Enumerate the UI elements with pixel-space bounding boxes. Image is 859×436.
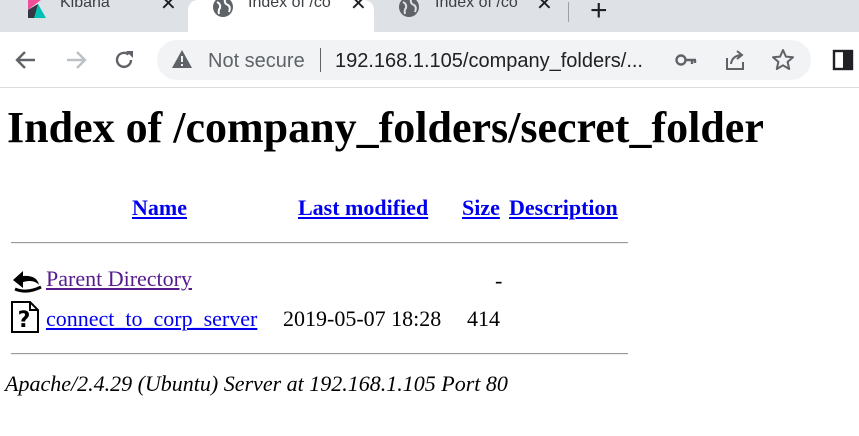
key-icon[interactable] [674,48,698,72]
back-button[interactable] [12,46,40,74]
reload-button[interactable] [110,46,138,74]
file-last-modified: 2019-05-07 18:28 [283,306,442,331]
file-size: 414 [467,306,500,331]
column-name-link[interactable]: Name [132,195,187,221]
file-size: - [495,268,503,293]
column-last-modified-link[interactable]: Last modified [298,195,428,221]
arrow-left-icon [15,51,35,69]
arrow-right-icon [67,51,87,69]
tab-label: Index of /co [248,0,331,11]
side-panel-button[interactable] [829,46,857,74]
file-link-parent-directory[interactable]: Parent Directory [46,266,192,292]
column-description-link[interactable]: Description [509,195,618,221]
tab-index[interactable]: Index of /co ✕ [384,0,560,32]
footer-divider [11,353,628,355]
address-bar[interactable]: Not secure 192.168.1.105/company_folders… [157,40,811,80]
back-arrow-icon [11,263,43,300]
kibana-logo-icon [28,0,48,18]
share-icon[interactable] [723,48,747,72]
column-size-link[interactable]: Size [462,195,500,221]
omnibox-divider [320,48,321,72]
warning-icon[interactable] [171,48,195,72]
svg-text:?: ? [18,308,31,333]
globe-icon [212,0,234,23]
url-text[interactable]: 192.168.1.105/company_folders/... [335,50,643,73]
new-tab-icon[interactable]: + [590,0,608,28]
security-label[interactable]: Not secure [208,50,305,73]
close-tab-icon[interactable]: ✕ [350,0,367,14]
tab-label: Index of /co [435,0,518,11]
bookmark-star-icon[interactable] [771,48,795,72]
header-divider [11,242,628,244]
tab-index-active[interactable]: Index of /co ✕ [188,0,374,32]
tab-strip: Kibana ✕ Index of /co ✕ Index of /co ✕ + [0,0,859,32]
tab-label: Kibana [60,0,110,11]
server-signature: Apache/2.4.29 (Ubuntu) Server at 192.168… [5,371,508,396]
close-tab-icon[interactable]: ✕ [536,0,553,14]
tab-kibana[interactable]: Kibana ✕ [14,0,184,32]
browser-toolbar: Not secure 192.168.1.105/company_folders… [0,32,859,88]
side-panel-icon [832,49,854,71]
page-title: Index of /company_folders/secret_folder [7,103,764,152]
forward-button[interactable] [62,46,90,74]
close-tab-icon[interactable]: ✕ [160,0,177,14]
unknown-file-icon: ? [11,301,39,338]
reload-icon [115,51,133,69]
globe-icon [398,0,420,23]
file-link-connect-to-corp-server[interactable]: connect_to_corp_server [46,306,257,332]
tab-divider [568,2,569,22]
